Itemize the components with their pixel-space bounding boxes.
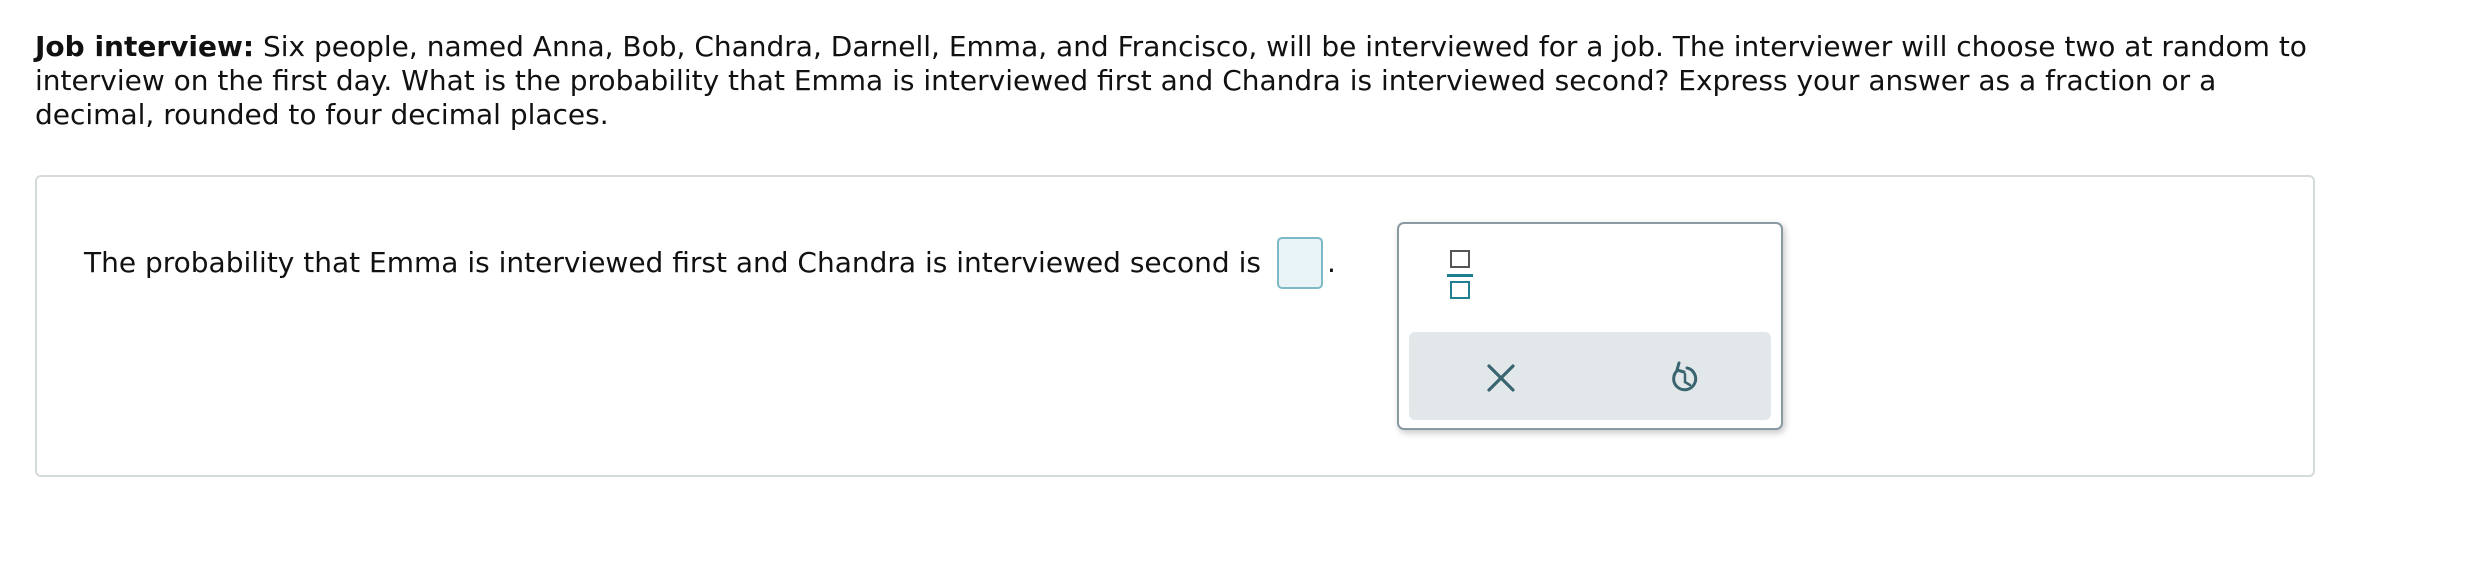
undo-icon (1672, 361, 1698, 392)
clear-icon (1487, 364, 1515, 392)
answer-sentence: The probability that Emma is interviewed… (84, 246, 1261, 279)
problem-statement: Job interview: Six people, named Anna, B… (35, 30, 2335, 132)
fraction-button[interactable] (1444, 246, 1480, 302)
clear-button[interactable] (1481, 358, 1521, 398)
answer-sentence-row: The probability that Emma is interviewed… (84, 237, 1336, 289)
answer-input[interactable] (1276, 237, 1323, 289)
problem-text: Six people, named Anna, Bob, Chandra, Da… (35, 30, 2307, 131)
palette-control-bar (1409, 332, 1771, 420)
problem-lead: Job interview: (35, 30, 255, 63)
undo-button[interactable] (1665, 358, 1705, 398)
sentence-period: . (1326, 246, 1336, 279)
answer-panel: The probability that Emma is interviewed… (35, 175, 2315, 477)
math-palette (1397, 222, 1783, 430)
